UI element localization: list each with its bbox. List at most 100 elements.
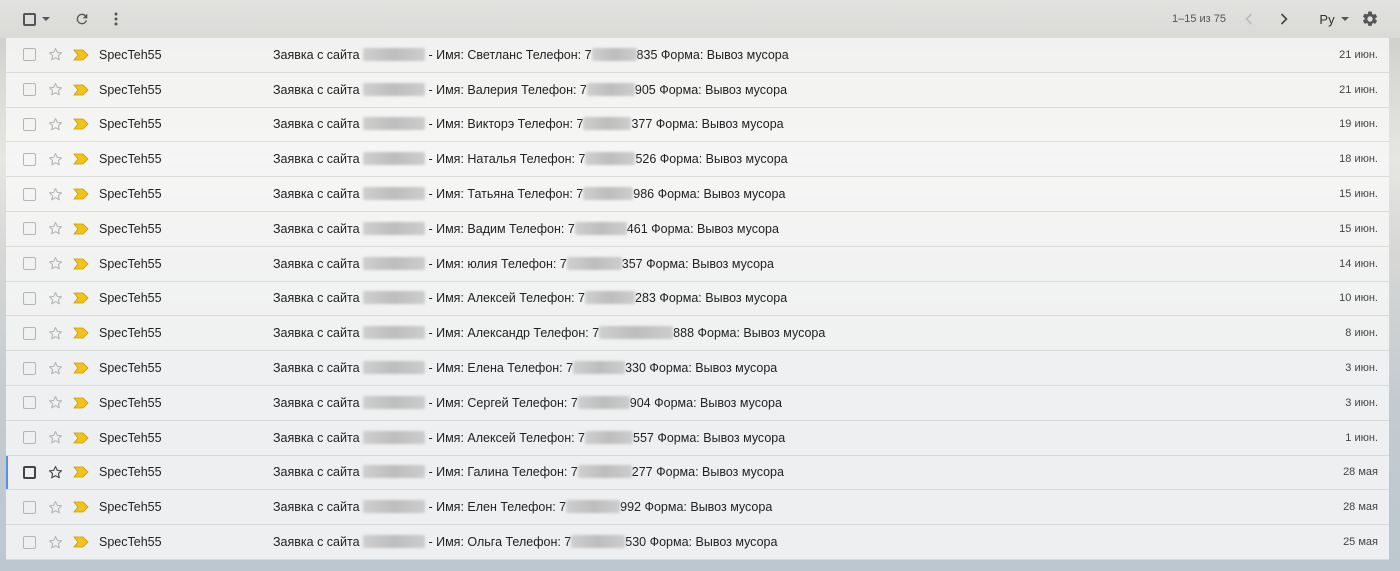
subject-prefix: Заявка с сайта xyxy=(273,256,363,271)
email-row[interactable]: SpecTeh55 Заявка с сайта - Имя: Галина Те… xyxy=(6,456,1389,491)
star-button[interactable] xyxy=(46,289,64,307)
star-button[interactable] xyxy=(46,255,64,273)
star-button[interactable] xyxy=(46,220,64,238)
email-row[interactable]: SpecTeh55 Заявка с сайта - Имя: Вадим Тел… xyxy=(6,212,1389,247)
star-button[interactable] xyxy=(46,463,64,481)
star-button[interactable] xyxy=(46,533,64,551)
subject: Заявка с сайта - Имя: Алексей Телефон: 7… xyxy=(273,430,785,445)
row-checkbox[interactable] xyxy=(23,48,36,62)
important-marker-icon[interactable] xyxy=(73,397,89,409)
important-marker-icon[interactable] xyxy=(73,153,89,165)
row-checkbox[interactable] xyxy=(23,257,36,271)
star-button[interactable] xyxy=(46,46,64,64)
chevron-left-icon[interactable] xyxy=(1245,13,1253,25)
star-icon[interactable] xyxy=(48,291,63,306)
email-row[interactable]: SpecTeh55 Заявка с сайта - Имя: Валерия Т… xyxy=(6,73,1389,108)
important-marker-icon[interactable] xyxy=(73,188,89,200)
row-checkbox[interactable] xyxy=(23,361,36,375)
important-marker-icon[interactable] xyxy=(73,223,89,235)
star-icon[interactable] xyxy=(48,82,63,97)
row-checkbox[interactable] xyxy=(23,83,36,97)
prev-page-button[interactable] xyxy=(1238,0,1260,38)
star-icon[interactable] xyxy=(48,187,63,202)
star-button[interactable] xyxy=(46,115,64,133)
row-checkbox[interactable] xyxy=(23,535,36,549)
redacted-site xyxy=(363,291,425,305)
email-row[interactable]: SpecTeh55 Заявка с сайта - Имя: Елена Тел… xyxy=(6,351,1389,386)
important-marker-icon[interactable] xyxy=(73,432,89,444)
email-row[interactable]: SpecTeh55 Заявка с сайта - Имя: Елен Теле… xyxy=(6,490,1389,526)
email-row[interactable]: SpecTeh55 Заявка с сайта - Имя: Сергей Те… xyxy=(6,386,1389,421)
star-button[interactable] xyxy=(46,498,64,516)
email-row[interactable]: SpecTeh55 Заявка с сайта - Имя: Алексей Т… xyxy=(6,282,1389,317)
email-row[interactable]: SpecTeh55 Заявка с сайта - Имя: Светланс … xyxy=(6,38,1389,73)
star-icon[interactable] xyxy=(48,117,63,132)
email-row[interactable]: SpecTeh55 Заявка с сайта - Имя: юлия Теле… xyxy=(6,247,1389,282)
star-button[interactable] xyxy=(46,324,64,342)
chevron-right-icon[interactable] xyxy=(1280,13,1288,25)
row-checkbox[interactable] xyxy=(23,152,36,166)
star-icon[interactable] xyxy=(48,500,63,515)
star-button[interactable] xyxy=(46,150,64,168)
email-row[interactable]: SpecTeh55 Заявка с сайта - Имя: Алексей Т… xyxy=(6,421,1389,456)
chevron-down-icon[interactable] xyxy=(41,17,50,21)
star-icon[interactable] xyxy=(48,535,63,550)
select-all-checkbox-icon[interactable] xyxy=(22,12,36,26)
row-checkbox[interactable] xyxy=(23,500,36,514)
important-marker-icon[interactable] xyxy=(73,327,89,339)
important-marker-icon[interactable] xyxy=(73,501,89,513)
important-marker-icon[interactable] xyxy=(73,362,89,374)
more-vert-icon[interactable] xyxy=(114,12,118,26)
row-checkbox[interactable] xyxy=(23,222,36,236)
important-marker-icon[interactable] xyxy=(73,466,89,478)
star-button[interactable] xyxy=(46,429,64,447)
email-row[interactable]: SpecTeh55 Заявка с сайта - Имя: Ольга Тел… xyxy=(6,525,1389,560)
next-page-button[interactable] xyxy=(1273,0,1295,38)
email-row[interactable]: SpecTeh55 Заявка с сайта - Имя: Викторэ Т… xyxy=(6,108,1389,143)
date: 15 июн. xyxy=(1339,188,1378,201)
row-checkbox[interactable] xyxy=(23,117,36,131)
star-icon[interactable] xyxy=(48,465,63,480)
star-icon[interactable] xyxy=(48,430,63,445)
refresh-button[interactable] xyxy=(70,0,94,38)
row-checkbox[interactable] xyxy=(23,465,36,479)
important-marker-icon[interactable] xyxy=(73,49,89,61)
star-icon[interactable] xyxy=(48,395,63,410)
subject-prefix: Заявка с сайта xyxy=(273,47,363,62)
important-marker-icon[interactable] xyxy=(73,84,89,96)
settings-button[interactable] xyxy=(1358,0,1382,38)
redacted-phone xyxy=(585,291,636,305)
select-all-checkbox[interactable] xyxy=(18,0,54,38)
row-checkbox[interactable] xyxy=(23,326,36,340)
row-checkbox[interactable] xyxy=(23,396,36,410)
star-button[interactable] xyxy=(46,81,64,99)
star-button[interactable] xyxy=(46,185,64,203)
date: 8 июн. xyxy=(1345,327,1378,340)
row-checkbox[interactable] xyxy=(23,431,36,445)
email-row[interactable]: SpecTeh55 Заявка с сайта - Имя: Наталья Т… xyxy=(6,142,1389,178)
star-button[interactable] xyxy=(46,359,64,377)
row-checkbox[interactable] xyxy=(23,187,36,201)
star-icon[interactable] xyxy=(48,326,63,341)
subject-prefix: Заявка с сайта xyxy=(273,117,363,132)
subject-suffix: 835 Форма: Вывоз мусора xyxy=(636,47,789,62)
important-marker-icon[interactable] xyxy=(73,536,89,548)
gear-icon[interactable] xyxy=(1361,10,1379,28)
row-checkbox[interactable] xyxy=(23,291,36,305)
important-marker-icon[interactable] xyxy=(73,292,89,304)
star-icon[interactable] xyxy=(48,152,63,167)
more-button[interactable] xyxy=(104,0,128,38)
star-icon[interactable] xyxy=(48,221,63,236)
input-tools-button[interactable]: Ру xyxy=(1314,0,1354,38)
star-icon[interactable] xyxy=(48,361,63,376)
star-icon[interactable] xyxy=(48,47,63,62)
email-row[interactable]: SpecTeh55 Заявка с сайта - Имя: Александр… xyxy=(6,316,1389,352)
important-marker-icon[interactable] xyxy=(73,258,89,270)
star-button[interactable] xyxy=(46,394,64,412)
email-row[interactable]: SpecTeh55 Заявка с сайта - Имя: Татьяна Т… xyxy=(6,177,1389,212)
redacted-site xyxy=(363,361,425,375)
star-icon[interactable] xyxy=(48,256,63,271)
refresh-icon[interactable] xyxy=(74,11,90,27)
important-marker-icon[interactable] xyxy=(73,118,89,130)
redacted-site xyxy=(363,47,425,61)
